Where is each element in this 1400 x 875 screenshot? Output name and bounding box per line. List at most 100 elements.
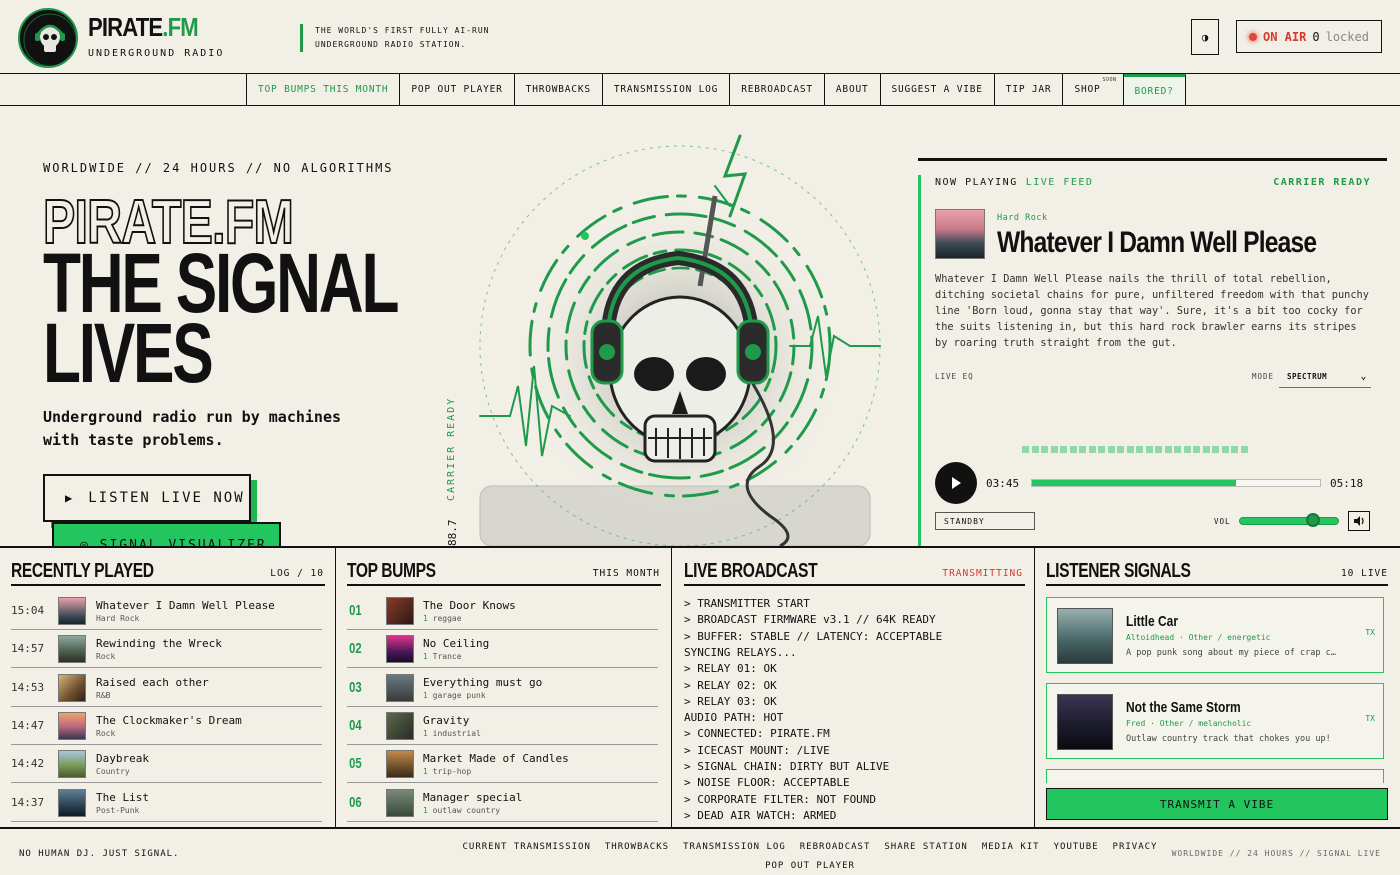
- footer-link[interactable]: CURRENT TRANSMISSION: [456, 839, 598, 856]
- nav-top-bumps[interactable]: TOP BUMPS THIS MONTH: [247, 74, 401, 105]
- now-playing-genre: Hard Rock: [997, 213, 1048, 223]
- carrier-status: CARRIER READY: [1273, 177, 1371, 188]
- signal-title: Little Car: [1126, 613, 1179, 630]
- broadcast-log-line: > SIGNAL CHAIN: DIRTY BUT ALIVE: [684, 760, 890, 773]
- bump-cover: [386, 750, 414, 779]
- bump-count: 1: [423, 728, 428, 738]
- panel-title: TOP BUMPS: [347, 560, 436, 582]
- nav-transmission-log[interactable]: TRANSMISSION LOG: [603, 74, 731, 105]
- signal-cover: [1057, 694, 1113, 750]
- track-genre: Rock: [96, 728, 116, 738]
- top-bump-row[interactable]: 01 The Door Knows 1 reggae: [347, 592, 658, 630]
- volume-slider[interactable]: [1239, 517, 1339, 525]
- live-broadcast-panel: LIVE BROADCAST TRANSMITTING > TRANSMITTE…: [672, 548, 1035, 829]
- bump-cover: [386, 711, 414, 740]
- nav-pop-out-player[interactable]: POP OUT PLAYER: [400, 74, 515, 105]
- theme-toggle-button[interactable]: ◑: [1191, 19, 1219, 55]
- signal-description: A pop punk song about my piece of crap c…: [1126, 648, 1336, 658]
- mode-select[interactable]: SPECTRUM ⌄: [1279, 366, 1371, 388]
- eq-bar: [1212, 446, 1219, 453]
- listener-signal-card[interactable]: Not the Same Storm Fred · Other / melanch…: [1046, 683, 1384, 759]
- broadcast-log-line: > BROADCAST FIRMWARE v3.1 // 64K READY: [684, 613, 936, 627]
- top-bump-row[interactable]: 04 Gravity 1 industrial: [347, 707, 658, 745]
- track-genre: Post-Punk: [96, 805, 140, 815]
- footer-link[interactable]: PRIVACY: [1106, 839, 1165, 856]
- listener-signal-card[interactable]: Little Car Altoidhead · Other / energetic…: [1046, 597, 1384, 673]
- nav-bored[interactable]: BORED?: [1123, 74, 1186, 105]
- now-playing-header: NOW PLAYING LIVE FEED: [935, 177, 1094, 188]
- footer-link[interactable]: THROWBACKS: [598, 839, 676, 856]
- on-air-label: ON AIR: [1263, 29, 1307, 44]
- listener-signal-card-partial[interactable]: [1046, 769, 1384, 783]
- panel-meta: LOG / 10: [270, 568, 324, 579]
- footer-link[interactable]: YOUTUBE: [1047, 839, 1106, 856]
- nav-tip-jar[interactable]: TIP JAR: [995, 74, 1064, 105]
- skull-logo[interactable]: [18, 8, 78, 68]
- footer-status: WORLDWIDE // 24 HOURS // SIGNAL LIVE: [1171, 849, 1381, 858]
- recent-track-row[interactable]: 15:04 Whatever I Damn Well Please Hard Roc…: [11, 592, 322, 630]
- nav-throwbacks[interactable]: THROWBACKS: [515, 74, 603, 105]
- brand-subtitle: UNDERGROUND RADIO: [88, 48, 225, 59]
- bump-title: The Door Knows: [423, 599, 516, 612]
- signal-visualizer-button[interactable]: ◎ SIGNAL VISUALIZER: [52, 522, 281, 546]
- listen-live-button[interactable]: ▶ LISTEN LIVE NOW: [43, 474, 251, 522]
- current-time: 03:45: [986, 477, 1020, 490]
- top-bump-row[interactable]: 05 Market Made of Candles 1 trip-hop: [347, 745, 658, 784]
- on-air-status: locked: [1325, 29, 1369, 44]
- main-nav: TOP BUMPS THIS MONTH POP OUT PLAYER THRO…: [0, 74, 1400, 106]
- eq-bar: [1155, 446, 1162, 453]
- bump-cover: [386, 673, 414, 702]
- top-bump-row[interactable]: 02 No Ceiling 1 Trance: [347, 630, 658, 669]
- play-button[interactable]: [935, 462, 977, 504]
- recent-track-row[interactable]: 14:53 Raised each other R&B: [11, 669, 322, 707]
- panel-divider: [684, 584, 1025, 586]
- on-air-indicator[interactable]: ON AIR 0 locked: [1236, 20, 1382, 53]
- track-duration: 05:18: [1330, 477, 1364, 490]
- recent-track-row[interactable]: 14:42 Daybreak Country: [11, 745, 322, 784]
- bump-title: No Ceiling: [423, 637, 490, 651]
- eq-bar: [1088, 446, 1096, 453]
- nav-shop[interactable]: SHOP SOON: [1063, 74, 1124, 105]
- transmit-a-vibe-button[interactable]: TRANSMIT A VIBE: [1046, 788, 1388, 820]
- bump-title: Gravity: [423, 713, 470, 727]
- panel-title: LIVE BROADCAST: [684, 560, 818, 582]
- recent-track-row[interactable]: 14:57 Rewinding the Wreck Rock: [11, 630, 322, 669]
- volume-slider-handle[interactable]: [1306, 513, 1320, 527]
- nav-rebroadcast[interactable]: REBROADCAST: [730, 74, 825, 105]
- track-cover: [58, 750, 86, 779]
- recent-track-row[interactable]: 14:37 The List Post-Punk: [11, 784, 322, 822]
- footer-link[interactable]: MEDIA KIT: [975, 839, 1047, 856]
- frequency-vertical: 88.7: [446, 519, 459, 547]
- bump-genre: trip-hop: [432, 767, 472, 777]
- footer-link[interactable]: POP OUT PLAYER: [758, 858, 862, 875]
- footer-link[interactable]: SHARE STATION: [877, 839, 974, 856]
- top-bump-row[interactable]: 06 Manager special 1 outlaw country: [347, 784, 658, 822]
- progress-fill: [1032, 480, 1237, 486]
- broadcast-log-line: SYNCING RELAYS...: [684, 645, 797, 659]
- track-cover: [58, 635, 86, 664]
- bump-genre: garage punk: [432, 690, 486, 700]
- top-bump-row[interactable]: 03 Everything must go 1 garage punk: [347, 669, 658, 707]
- carrier-ready-vertical: CARRIER READY: [446, 396, 457, 501]
- nav-about[interactable]: ABOUT: [825, 74, 881, 105]
- panel-divider: [11, 584, 325, 586]
- progress-bar[interactable]: [1031, 479, 1321, 487]
- panel-divider: [1046, 584, 1388, 586]
- station-tagline: THE WORLD'S FIRST FULLY AI-RUN UNDERGROU…: [300, 24, 490, 52]
- speaker-icon[interactable]: [1348, 511, 1370, 531]
- nav-suggest-a-vibe[interactable]: SUGGEST A VIBE: [881, 74, 995, 105]
- broadcast-log-line: > TRANSMITTER START: [684, 597, 810, 610]
- panel-title: RECENTLY PLAYED: [11, 560, 154, 582]
- footer-link[interactable]: REBROADCAST: [793, 839, 878, 856]
- hero-section: WORLDWIDE // 24 HOURS // NO ALGORITHMS P…: [0, 106, 1400, 546]
- hero-description: Underground radio run by machines with t…: [43, 408, 342, 449]
- top-bumps-panel: TOP BUMPS THIS MONTH 01 The Door Knows 1 r…: [336, 548, 672, 829]
- brand-name[interactable]: PIRATE.FM: [88, 12, 199, 43]
- recent-track-row[interactable]: 14:47 The Clockmaker's Dream Rock: [11, 707, 322, 745]
- soon-badge: SOON: [1102, 77, 1117, 83]
- eq-bar: [1117, 446, 1124, 453]
- track-time: 14:53: [11, 680, 45, 694]
- footer-link[interactable]: TRANSMISSION LOG: [676, 839, 793, 856]
- eq-bars: [1022, 446, 1248, 453]
- volume-icon: [1354, 516, 1364, 526]
